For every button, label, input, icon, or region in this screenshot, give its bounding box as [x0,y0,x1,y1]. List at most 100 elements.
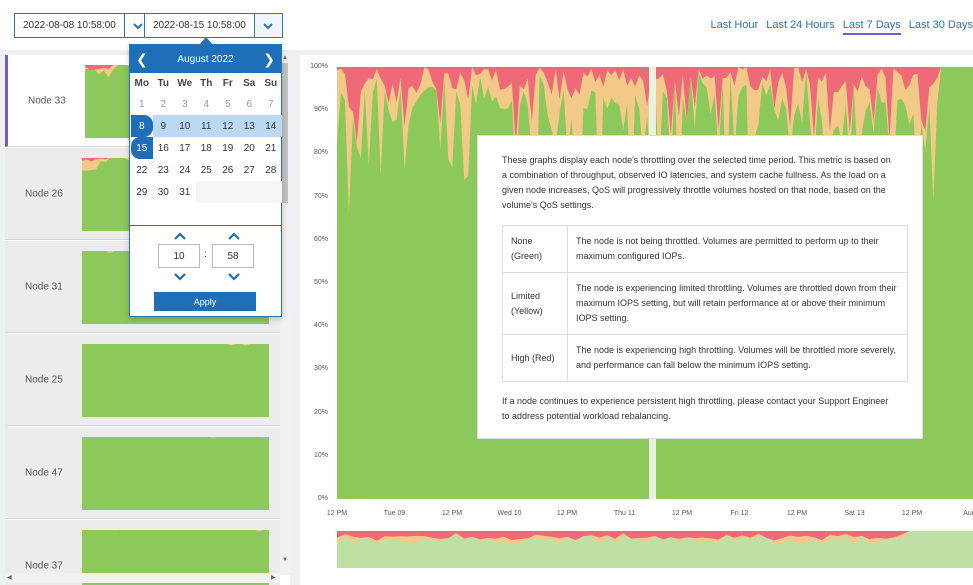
horizontal-scrollbar[interactable]: ◀ ▶ [5,573,280,583]
x-tick-label: Sat 13 [844,510,865,517]
end-datetime-field[interactable]: 2022-08-15 10:58:00 [144,13,283,38]
start-datetime-value[interactable]: 2022-08-08 10:58:00 [15,14,124,37]
calendar-day[interactable]: 7 [260,93,282,115]
node-row[interactable]: Node 25 [5,334,280,426]
calendar-day[interactable]: 27 [239,159,261,181]
calendar-day[interactable]: 17 [174,137,196,159]
info-intro: These graphs display each node's throttl… [502,155,891,210]
range-navigator[interactable] [337,531,973,568]
hour-down-icon[interactable] [173,273,187,281]
calendar-day[interactable]: 29 [131,181,153,203]
calendar-grid: Mo Tu We Th Fr Sa Su 1 2 3 4 5 6 7 8 9 10 11 12 13 14 15 16 17 1… [130,73,282,203]
toolbar: 2022-08-08 10:58:00 2022-08-15 10:58:00 … [0,0,973,50]
next-month-icon[interactable]: ❯ [263,51,275,68]
scroll-right-icon[interactable]: ▶ [271,574,276,581]
prev-month-icon[interactable]: ❮ [136,51,148,68]
throttling-info-panel: These graphs display each node's throttl… [477,135,923,439]
weekday-label: We [177,77,193,89]
node-label: Node 37 [25,560,63,571]
weekday-label: Tu [157,77,169,89]
hour-field[interactable]: 10 [158,244,200,268]
calendar-day[interactable]: 3 [174,93,196,115]
scroll-down-icon[interactable]: ▼ [282,557,288,563]
scroll-left-icon[interactable]: ◀ [7,574,12,581]
calendar-day[interactable]: 15 [131,137,153,159]
weekday-label: Th [200,77,213,89]
calendar-day[interactable]: 10 [174,115,196,137]
x-tick-label: 12 PM [441,510,463,517]
table-row: High (Red) The node is experiencing high… [502,334,908,382]
minute-field[interactable]: 58 [212,244,254,268]
calendar-day[interactable]: 28 [260,159,282,181]
scrollbar-thumb[interactable] [282,63,288,203]
calendar-day[interactable]: 13 [238,115,260,137]
apply-button[interactable]: Apply [154,292,256,311]
table-row: Limited (Yellow) The node is experiencin… [502,272,908,335]
calendar-day[interactable]: 24 [174,159,196,181]
calendar-day[interactable]: 8 [131,115,153,137]
end-datetime-dropdown-button[interactable] [253,14,282,37]
x-tick-label: 12 PM [901,510,923,517]
quick-range-links: Last Hour Last 24 Hours Last 7 Days Last… [711,19,973,35]
calendar-day[interactable]: 4 [196,93,218,115]
scroll-up-icon[interactable]: ▲ [282,55,288,61]
sparkline-limited-area [82,530,269,532]
sparkline-limited-area [82,437,269,438]
calendar-day[interactable]: 5 [217,93,239,115]
calendar-empty-cell [260,181,282,203]
calendar-day[interactable]: 16 [153,137,175,159]
x-tick-label: 12 PM [671,510,693,517]
range-last-7-days[interactable]: Last 7 Days [842,19,901,35]
calendar-day[interactable]: 23 [153,159,175,181]
node-sparkline[interactable] [82,437,269,510]
level-description: The node is experiencing limited throttl… [567,272,908,335]
weekday-label: Fr [222,77,233,89]
calendar-month-label: August 2022 [177,53,234,65]
range-last-24-hours[interactable]: Last 24 Hours [766,19,834,35]
y-tick-label: 50% [313,279,328,286]
node-sparkline[interactable] [82,344,269,417]
info-footer: If a node continues to experience persis… [502,396,889,421]
y-tick-label: 10% [313,451,328,459]
calendar-day[interactable]: 12 [217,115,239,137]
x-tick-label: Aug [963,510,973,517]
table-row: None (Green) The node is not being throt… [502,225,908,273]
navigator-chart [337,531,973,545]
calendar-day[interactable]: 2 [153,93,175,115]
x-tick-label: 12 PM [556,510,578,517]
end-datetime-value[interactable]: 2022-08-15 10:58:00 [145,14,254,37]
node-row[interactable]: Node 47 [5,427,280,519]
minute-down-icon[interactable] [227,273,241,281]
weekday-label: Su [264,77,278,89]
x-tick-label: Wed 10 [497,510,522,517]
calendar-day[interactable]: 18 [196,137,218,159]
calendar-empty-cell [195,181,217,203]
level-description: The node is not being throttled. Volumes… [567,225,908,273]
calendar-header: ❮ August 2022 ❯ [130,45,281,73]
calendar-day[interactable]: 25 [196,159,218,181]
minute-up-icon[interactable] [227,232,241,240]
level-name: None (Green) [502,225,568,273]
y-tick-label: 70% [313,192,328,200]
calendar-day[interactable]: 9 [152,115,174,137]
hour-up-icon[interactable] [173,232,187,240]
range-last-hour[interactable]: Last Hour [711,19,759,35]
range-last-30-days[interactable]: Last 30 Days [909,19,973,35]
start-datetime-field[interactable]: 2022-08-08 10:58:00 [14,13,153,38]
calendar-day[interactable]: 1 [131,93,153,115]
x-tick-label: 12 PM [326,510,348,517]
y-tick-label: 40% [313,322,328,330]
calendar-day[interactable]: 20 [239,137,261,159]
throttle-level-table: None (Green) The node is not being throt… [502,225,908,382]
calendar-day[interactable]: 14 [260,115,282,137]
chevron-down-icon [263,22,274,29]
calendar-day[interactable]: 30 [153,181,175,203]
node-label: Node 47 [25,467,63,478]
calendar-day[interactable]: 11 [195,115,217,137]
calendar-day[interactable]: 26 [217,159,239,181]
calendar-day[interactable]: 21 [260,137,282,159]
calendar-day[interactable]: 31 [174,181,196,203]
calendar-day[interactable]: 22 [131,159,153,181]
calendar-day[interactable]: 6 [239,93,261,115]
calendar-day[interactable]: 19 [217,137,239,159]
